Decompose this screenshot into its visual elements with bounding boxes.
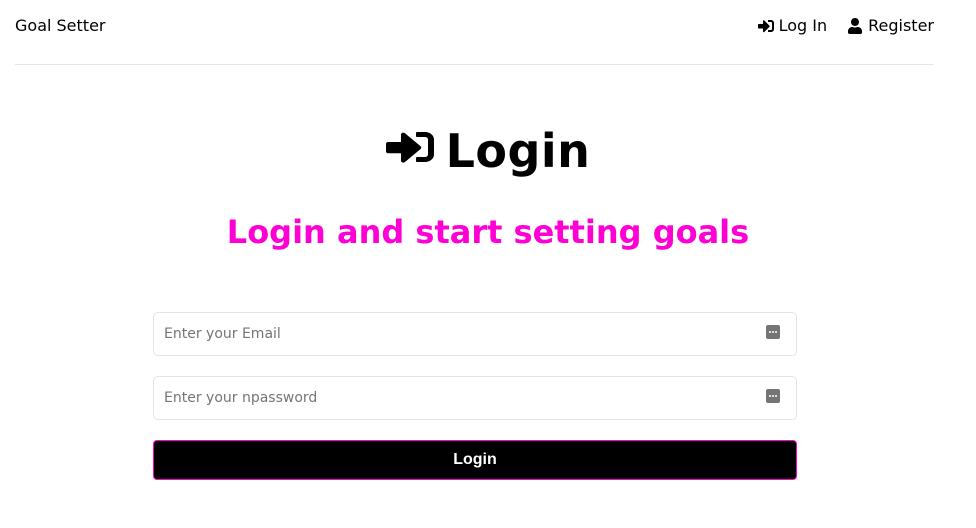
page-title: Login	[445, 124, 591, 178]
login-form: Login	[153, 312, 797, 480]
user-icon	[848, 17, 863, 34]
password-field-wrapper	[153, 376, 797, 420]
nav-register-label: Register	[868, 16, 934, 35]
sign-in-icon	[757, 19, 774, 32]
nav-register-link[interactable]: Register	[847, 16, 934, 35]
password-field[interactable]	[154, 377, 796, 419]
nav: Log In Register	[738, 16, 934, 35]
page: Goal Setter Log In Register Login Login …	[0, 0, 976, 528]
page-heading: Login	[0, 128, 976, 174]
email-field[interactable]	[154, 313, 796, 355]
nav-login-label: Log In	[778, 16, 828, 35]
sign-in-icon	[385, 132, 434, 163]
header: Goal Setter Log In Register	[15, 0, 934, 65]
nav-login-link[interactable]: Log In	[757, 16, 828, 35]
brand-link[interactable]: Goal Setter	[15, 16, 106, 35]
login-submit-button[interactable]: Login	[153, 440, 797, 480]
page-subtitle: Login and start setting goals	[226, 213, 750, 251]
email-field-wrapper	[153, 312, 797, 356]
